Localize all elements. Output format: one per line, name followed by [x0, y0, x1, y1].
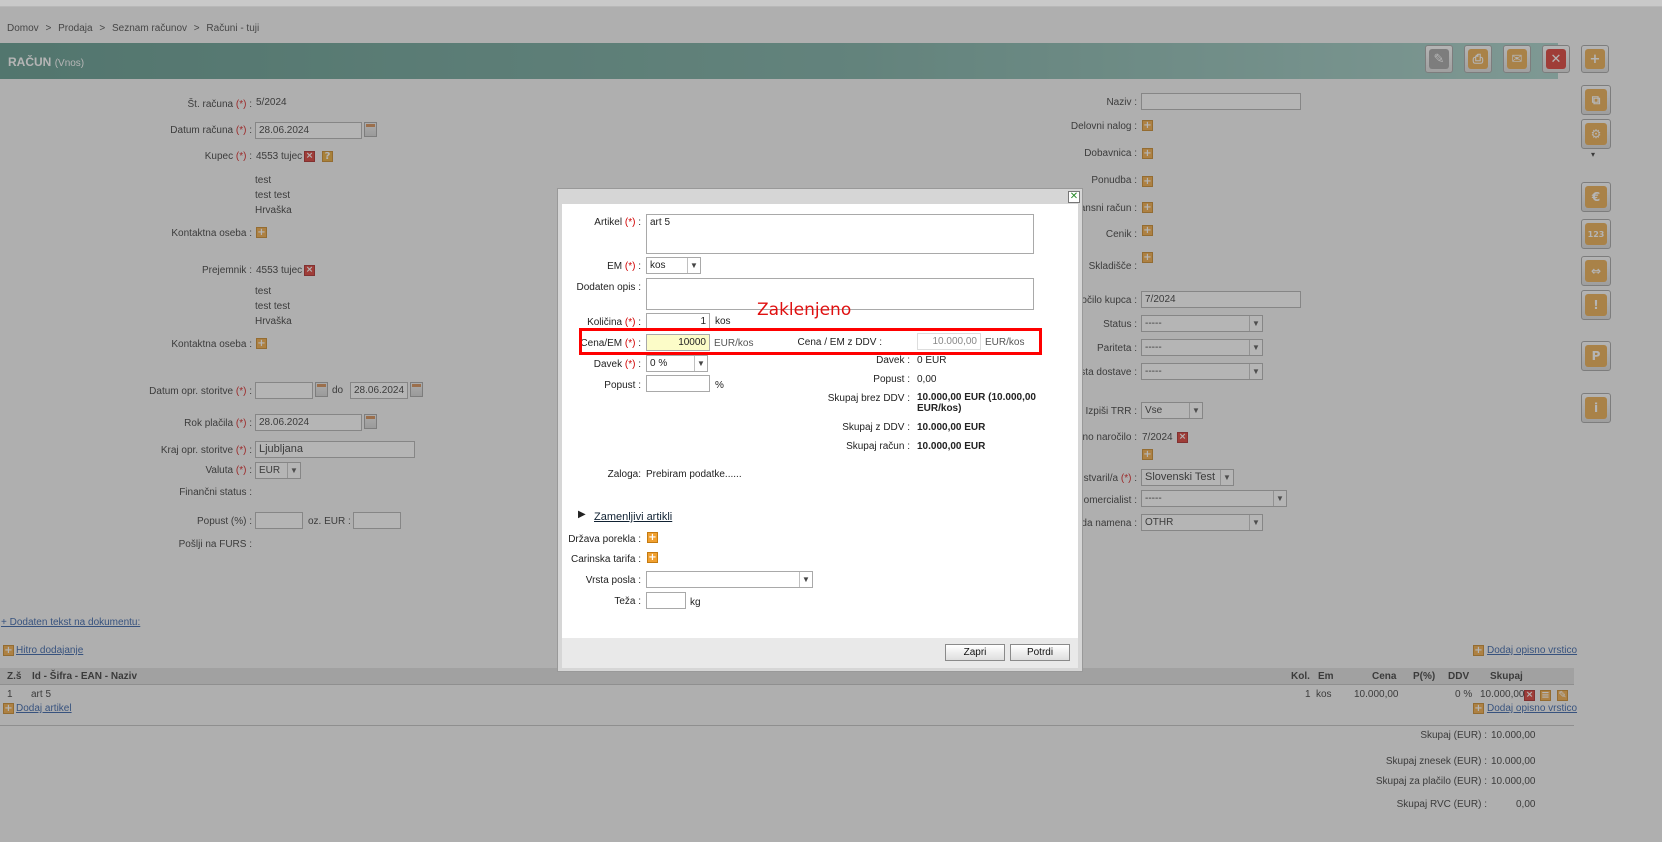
r-brez-value: 10.000,00 EUR (10.000,00 — [917, 392, 1036, 403]
add-origin-icon[interactable]: + — [647, 532, 658, 543]
close-icon[interactable]: ✕ — [1068, 191, 1080, 203]
zaloga-label: Zaloga: — [607, 469, 641, 480]
r-zddv-label: Skupaj z DDV : — [842, 422, 910, 433]
r-brez-label: Skupaj brez DDV : — [827, 393, 910, 404]
em-select[interactable]: kos ▼ — [646, 257, 701, 274]
artikel-label: Artikel (*) : — [594, 217, 641, 228]
r-racun-label: Skupaj račun : — [846, 441, 910, 452]
add-tariff-icon[interactable]: + — [647, 552, 658, 563]
r-racun-value: 10.000,00 EUR — [917, 441, 986, 452]
vrsta-label: Vrsta posla : — [585, 575, 641, 586]
opis-label: Dodaten opis : — [576, 282, 642, 293]
drzava-label: Država porekla : — [568, 534, 641, 545]
teza-label: Teža : — [614, 596, 641, 607]
artikel-textarea[interactable]: art 5 — [646, 214, 1034, 254]
r-popust-value: 0,00 — [917, 374, 937, 385]
popust-label: Popust : — [604, 380, 641, 391]
teza-input[interactable] — [646, 592, 686, 609]
davek-select[interactable]: 0 % ▼ — [646, 355, 708, 372]
r-zddv-value: 10.000,00 EUR — [917, 422, 986, 433]
zamenljivi-link[interactable]: Zamenljivi artikli — [594, 511, 672, 523]
davek-label: Davek (*) : — [593, 359, 641, 370]
locked-highlight-box — [579, 328, 1042, 355]
zapri-button[interactable]: Zapri — [945, 644, 1005, 661]
popust-input[interactable] — [646, 375, 710, 392]
em-label: EM (*) : — [607, 261, 641, 272]
r-davek-value: 0 EUR — [917, 355, 947, 366]
kolicina-label: Količina (*) : — [587, 317, 641, 328]
teza-unit: kg — [690, 597, 701, 608]
expand-triangle-icon[interactable]: ▶ — [578, 509, 586, 520]
potrdi-button[interactable]: Potrdi — [1010, 644, 1070, 661]
r-brez-value-2: EUR/kos) — [917, 403, 962, 414]
carinska-label: Carinska tarifa : — [570, 554, 641, 565]
r-davek-label: Davek : — [876, 355, 910, 366]
zaloga-value: Prebiram podatke...... — [646, 469, 742, 480]
kolicina-unit: kos — [715, 316, 731, 327]
popust-unit: % — [715, 380, 724, 391]
vrsta-select[interactable]: ▼ — [646, 571, 813, 588]
top-strip — [0, 0, 1662, 7]
locked-annotation: Zaklenjeno — [757, 300, 852, 320]
r-popust-label: Popust : — [873, 374, 910, 385]
